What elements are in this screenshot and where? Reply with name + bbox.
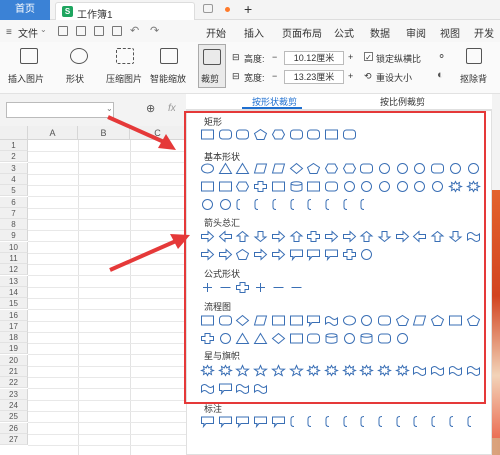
annotation-arrows bbox=[107, 115, 190, 272]
arrow-to-arrows-section bbox=[109, 239, 177, 272]
arrow-to-crop-header bbox=[107, 115, 165, 144]
